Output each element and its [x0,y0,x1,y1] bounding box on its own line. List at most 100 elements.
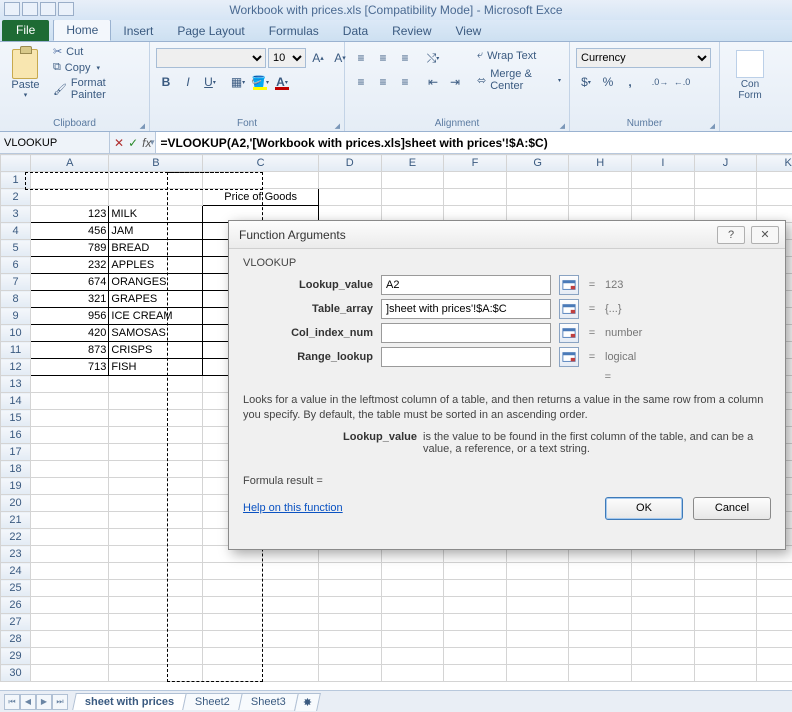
cell[interactable] [109,393,203,410]
cell[interactable] [109,631,203,648]
cell[interactable] [381,648,444,665]
cell[interactable] [109,529,203,546]
cell[interactable] [444,631,507,648]
cell[interactable] [318,648,381,665]
font-size-select[interactable]: 10 [268,48,306,68]
borders-button[interactable]: ▦▾ [228,72,248,92]
cell[interactable] [569,563,632,580]
cell[interactable] [632,580,695,597]
cell[interactable]: Price of Goods [203,189,319,206]
cell[interactable] [31,172,109,189]
new-sheet-button[interactable]: ✸ [294,693,321,711]
col-header[interactable]: D [318,155,381,172]
col-header[interactable]: K [757,155,792,172]
cell[interactable] [318,631,381,648]
nav-prev-icon[interactable]: ◀ [20,694,36,710]
sheet-tab-1[interactable]: sheet with prices [72,693,187,710]
cell[interactable] [757,172,792,189]
range-selector-button[interactable] [559,323,579,343]
enter-formula-icon[interactable]: ✓ [128,136,138,150]
row-header[interactable]: 25 [1,580,31,597]
cell[interactable] [632,665,695,682]
cell[interactable] [694,597,757,614]
cell[interactable] [444,580,507,597]
cell[interactable]: ORANGES [109,274,203,291]
row-header[interactable]: 27 [1,614,31,631]
grid-row[interactable]: 27 [1,614,792,631]
nav-next-icon[interactable]: ▶ [36,694,52,710]
cell[interactable] [694,665,757,682]
cell[interactable] [381,189,444,206]
cell[interactable] [31,648,109,665]
grid-row[interactable]: 1 [1,172,792,189]
col-header[interactable]: B [109,155,203,172]
cell[interactable] [506,563,569,580]
cell[interactable] [381,631,444,648]
cell[interactable] [632,172,695,189]
cell[interactable] [31,580,109,597]
cell[interactable]: 713 [31,359,109,376]
cell[interactable] [109,665,203,682]
cell[interactable] [109,172,203,189]
format-painter-button[interactable]: 🖌Format Painter [51,76,143,102]
cell[interactable] [569,614,632,631]
row-header[interactable]: 8 [1,291,31,308]
nav-first-icon[interactable]: ⏮ [4,694,20,710]
cell[interactable] [109,495,203,512]
cell[interactable]: GRAPES [109,291,203,308]
cell[interactable] [444,172,507,189]
cell[interactable] [694,614,757,631]
row-header[interactable]: 13 [1,376,31,393]
cell[interactable] [506,172,569,189]
cell[interactable] [31,444,109,461]
row-header[interactable]: 21 [1,512,31,529]
tab-review[interactable]: Review [380,21,443,41]
cell[interactable] [444,648,507,665]
cell[interactable] [31,512,109,529]
cell[interactable] [109,410,203,427]
align-center-button[interactable]: ≡ [373,72,393,92]
align-left-button[interactable]: ≡ [351,72,371,92]
help-link[interactable]: Help on this function [243,502,343,514]
orientation-button[interactable]: ⤭▾ [423,48,443,68]
grid-row[interactable]: 2Price of Goods [1,189,792,206]
increase-decimal-button[interactable]: .0→ [650,72,670,92]
cancel-formula-icon[interactable]: ✕ [114,136,124,150]
cell[interactable] [632,189,695,206]
cell[interactable] [381,614,444,631]
cell[interactable] [632,648,695,665]
fill-color-button[interactable]: 🪣▾ [250,72,270,92]
select-all-button[interactable] [1,155,31,172]
cell[interactable] [694,563,757,580]
align-middle-button[interactable]: ≡ [373,48,393,68]
cell[interactable] [31,665,109,682]
merge-center-button[interactable]: ⬄Merge & Center▾ [475,67,563,93]
cell[interactable]: 456 [31,223,109,240]
range-selector-button[interactable] [559,275,579,295]
cell[interactable]: JAM [109,223,203,240]
cell[interactable] [109,478,203,495]
font-family-select[interactable] [156,48,266,68]
row-header[interactable]: 23 [1,546,31,563]
cell[interactable] [569,597,632,614]
cell[interactable] [757,597,792,614]
paste-button[interactable]: Paste ▾ [6,44,45,104]
cell[interactable] [318,172,381,189]
cell[interactable] [757,189,792,206]
cell[interactable]: 420 [31,325,109,342]
cell[interactable] [109,427,203,444]
cell[interactable] [381,563,444,580]
cell[interactable] [203,648,319,665]
row-header[interactable]: 15 [1,410,31,427]
col-header[interactable]: F [444,155,507,172]
cell[interactable]: CRISPS [109,342,203,359]
cell[interactable]: FISH [109,359,203,376]
cell[interactable] [31,597,109,614]
grid-row[interactable]: 30 [1,665,792,682]
cell[interactable] [569,665,632,682]
cell[interactable] [381,172,444,189]
row-header[interactable]: 14 [1,393,31,410]
cell[interactable] [203,172,319,189]
cell[interactable] [506,597,569,614]
range-selector-button[interactable] [559,347,579,367]
